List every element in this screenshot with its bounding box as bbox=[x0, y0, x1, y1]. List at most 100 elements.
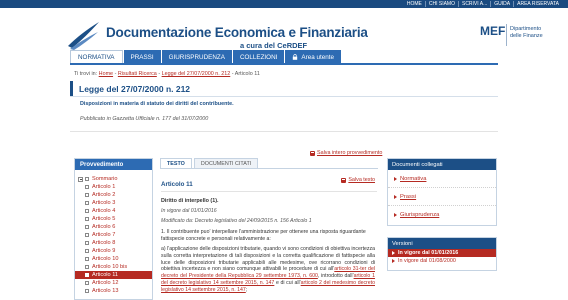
tree-item-articolo-4[interactable]: Articolo 4 bbox=[75, 207, 152, 215]
save-whole-provision-link[interactable]: Salva intero provvedimento bbox=[310, 150, 382, 156]
save-whole-provision-label: Salva intero provvedimento bbox=[317, 150, 383, 156]
nav-tab-collezioni[interactable]: COLLEZIONI bbox=[232, 50, 285, 64]
version-item-2016[interactable]: In vigore dal 01/01/2016 bbox=[388, 249, 496, 257]
versions-heading: Versioni bbox=[388, 238, 496, 249]
mef-dept-label: Dipartimento delle Finanze bbox=[510, 26, 543, 39]
main-nav: NORMATIVA PRASSI GIURISPRUDENZA COLLEZIO… bbox=[70, 50, 342, 64]
tree-item-label: Articolo 1 bbox=[92, 184, 116, 190]
tree-item-articolo-10-bis[interactable]: Articolo 10 bis bbox=[75, 263, 152, 271]
breadcrumb-link-risultati[interactable]: Risultati Ricerca bbox=[118, 71, 157, 77]
checkbox-icon[interactable] bbox=[85, 289, 89, 293]
breadcrumb-current: Articolo 11 bbox=[234, 71, 260, 77]
checkbox-icon[interactable] bbox=[85, 273, 89, 277]
tree-item-articolo-12[interactable]: Articolo 12 bbox=[75, 279, 152, 287]
save-text-link[interactable]: Salva testo bbox=[341, 177, 375, 183]
arrow-right-icon bbox=[394, 194, 397, 199]
collapse-icon[interactable] bbox=[78, 176, 83, 182]
tree-item-articolo-2[interactable]: Articolo 2 bbox=[75, 191, 152, 199]
tree-item-label: Articolo 12 bbox=[92, 280, 119, 286]
utility-link-chi-siamo[interactable]: CHI SIAMO bbox=[424, 1, 458, 7]
save-icon bbox=[310, 150, 315, 156]
tree-root-label: Sommario bbox=[92, 176, 118, 182]
checkbox-icon[interactable] bbox=[85, 257, 89, 261]
tree-item-label: Articolo 3 bbox=[92, 200, 116, 206]
tab-testo[interactable]: TESTO bbox=[160, 158, 192, 168]
law-title-divider bbox=[70, 96, 498, 97]
breadcrumb-link-home[interactable]: Home bbox=[99, 71, 113, 77]
checkbox-icon[interactable] bbox=[85, 265, 89, 269]
related-link-label: Prassi bbox=[400, 193, 417, 200]
related-link-prassi[interactable]: Prassi bbox=[388, 188, 496, 206]
tree-item-label: Articolo 11 bbox=[92, 272, 119, 278]
tree-item-articolo-9[interactable]: Articolo 9 bbox=[75, 247, 152, 255]
article-panel: Articolo 11 Salva testo Diritto di inter… bbox=[160, 168, 378, 300]
checkbox-icon[interactable] bbox=[85, 281, 89, 285]
tree-item-label: Articolo 6 bbox=[92, 224, 116, 230]
article-paragraph-2-end: ; bbox=[245, 286, 248, 293]
save-icon bbox=[341, 177, 347, 183]
tab-documenti-citati[interactable]: DOCUMENTI CITATI bbox=[193, 158, 259, 168]
tree-item-label: Articolo 13 bbox=[92, 288, 119, 294]
tree-item-label: Articolo 10 bis bbox=[92, 264, 128, 270]
tree-item-articolo-10[interactable]: Articolo 10 bbox=[75, 255, 152, 263]
tree-item-articolo-11[interactable]: Articolo 11 bbox=[75, 271, 152, 279]
checkbox-icon[interactable] bbox=[85, 217, 89, 221]
utility-link-area-riservata[interactable]: AREA RISERVATA bbox=[513, 1, 562, 7]
article-title: Articolo 11 bbox=[161, 181, 193, 188]
version-label: In vigore dal 01/01/2016 bbox=[398, 250, 459, 256]
utility-links: HOME CHI SIAMO SCRIVI A... GUIDA AREA RI… bbox=[404, 0, 562, 8]
checkbox-icon[interactable] bbox=[85, 249, 89, 253]
mef-logo[interactable]: MEF Dipartimento delle Finanze bbox=[480, 22, 562, 48]
nav-tab-area-utente-label: Area utente bbox=[301, 53, 334, 61]
nav-tab-prassi[interactable]: PRASSI bbox=[123, 50, 161, 64]
site-logo-icon[interactable] bbox=[66, 20, 100, 50]
article-heading: Diritto di interpello (1). bbox=[161, 198, 219, 204]
versions-box: Versioni In vigore dal 01/01/2016 In vig… bbox=[387, 237, 497, 271]
site-subtitle: a cura del CeRDEF bbox=[240, 41, 308, 50]
tree-item-articolo-5[interactable]: Articolo 5 bbox=[75, 215, 152, 223]
mef-logo-text: MEF bbox=[480, 24, 506, 38]
arrow-right-icon bbox=[392, 259, 395, 263]
tree-item-label: Articolo 4 bbox=[92, 208, 116, 214]
mef-logo-divider bbox=[506, 24, 507, 46]
article-paragraph-2: a) l'applicazione delle disposizioni tri… bbox=[161, 246, 375, 294]
breadcrumb-separator: - bbox=[231, 71, 234, 77]
utility-link-scrivi[interactable]: SCRIVI A... bbox=[457, 1, 490, 7]
related-link-label: Normativa bbox=[400, 175, 427, 182]
article-divider bbox=[161, 191, 377, 192]
arrow-right-icon bbox=[392, 251, 395, 255]
utility-link-guida[interactable]: GUIDA bbox=[490, 1, 513, 7]
tree-item-label: Articolo 2 bbox=[92, 192, 116, 198]
related-link-giurisprudenza[interactable]: Giurisprudenza bbox=[388, 206, 496, 224]
tree-item-articolo-1[interactable]: Articolo 1 bbox=[75, 183, 152, 191]
site-title[interactable]: Documentazione Economica e Finanziaria bbox=[106, 25, 368, 40]
version-label: In vigore dal 01/08/2000 bbox=[398, 258, 456, 264]
checkbox-icon[interactable] bbox=[85, 233, 89, 237]
version-item-2000[interactable]: In vigore dal 01/08/2000 bbox=[388, 257, 496, 265]
tree-item-articolo-3[interactable]: Articolo 3 bbox=[75, 199, 152, 207]
checkbox-icon[interactable] bbox=[85, 177, 89, 181]
tree-item-articolo-7[interactable]: Articolo 7 bbox=[75, 231, 152, 239]
tree-root-sommario[interactable]: Sommario bbox=[75, 175, 152, 183]
checkbox-icon[interactable] bbox=[85, 209, 89, 213]
checkbox-icon[interactable] bbox=[85, 193, 89, 197]
save-text-label: Salva testo bbox=[348, 177, 375, 183]
tree-item-articolo-8[interactable]: Articolo 8 bbox=[75, 239, 152, 247]
nav-tab-area-utente[interactable]: Area utente bbox=[285, 50, 341, 64]
checkbox-icon[interactable] bbox=[85, 241, 89, 245]
nav-tab-giurisprudenza[interactable]: GIURISPRUDENZA bbox=[161, 50, 232, 64]
article-paragraph-2-mid: , introdotto dall' bbox=[317, 273, 354, 280]
checkbox-icon[interactable] bbox=[85, 225, 89, 229]
tree-item-articolo-13[interactable]: Articolo 13 bbox=[75, 287, 152, 295]
article-in-vigore: In vigore dal 01/01/2016 bbox=[161, 208, 217, 214]
utility-link-home[interactable]: HOME bbox=[404, 1, 425, 7]
nav-underline bbox=[70, 63, 498, 65]
article-modified-by: Modificato da: Decreto legislativo del 2… bbox=[161, 218, 312, 224]
nav-tab-normativa[interactable]: NORMATIVA bbox=[70, 50, 123, 64]
checkbox-icon[interactable] bbox=[85, 185, 89, 189]
breadcrumb-link-legge[interactable]: Legge del 27/07/2000 n. 212 bbox=[162, 71, 231, 77]
tree-item-articolo-6[interactable]: Articolo 6 bbox=[75, 223, 152, 231]
arrow-right-icon bbox=[394, 176, 397, 181]
checkbox-icon[interactable] bbox=[85, 201, 89, 205]
related-link-normativa[interactable]: Normativa bbox=[388, 170, 496, 188]
